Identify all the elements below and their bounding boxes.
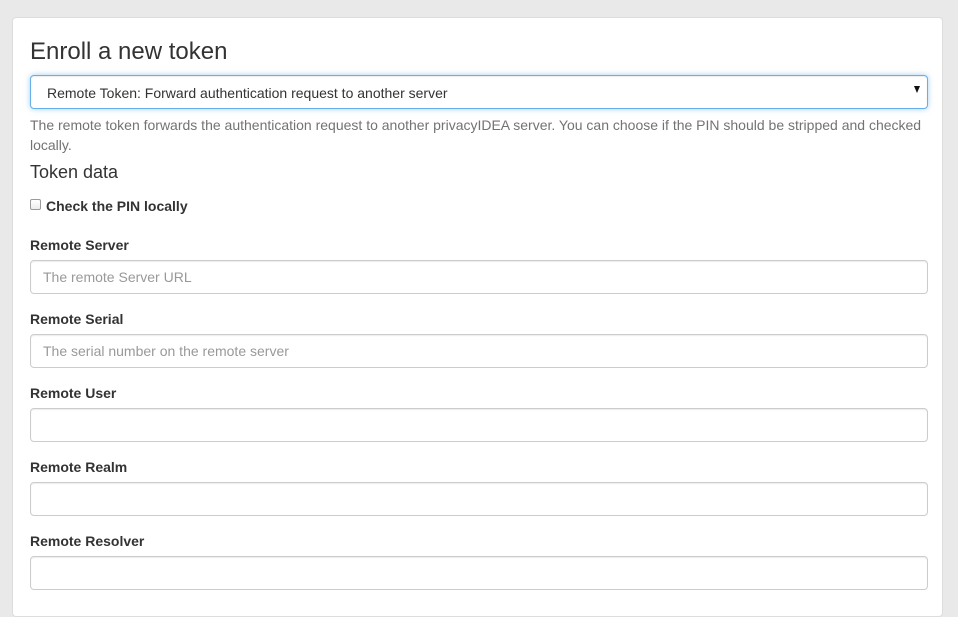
token-data-heading: Token data xyxy=(30,162,119,182)
remote-user-input[interactable] xyxy=(30,408,928,442)
remote-user-label: Remote User xyxy=(30,385,117,401)
check-pin-locally-checkbox[interactable] xyxy=(30,198,41,210)
enroll-token-panel: Enroll a new token Remote Token: Forward… xyxy=(12,17,943,617)
token-type-description: The remote token forwards the authentica… xyxy=(30,117,922,153)
remote-server-label: Remote Server xyxy=(30,237,129,253)
token-type-selected-value: Remote Token: Forward authentication req… xyxy=(47,85,448,101)
remote-serial-label: Remote Serial xyxy=(30,311,124,327)
remote-server-input[interactable] xyxy=(30,260,928,294)
caret-down-icon xyxy=(914,86,920,93)
page-title: Enroll a new token xyxy=(30,38,228,65)
remote-realm-input[interactable] xyxy=(30,482,928,516)
remote-realm-label: Remote Realm xyxy=(30,459,128,475)
check-pin-locally-row[interactable]: Check the PIN locally xyxy=(30,196,188,216)
check-pin-locally-label: Check the PIN locally xyxy=(46,198,188,214)
token-type-select[interactable]: Remote Token: Forward authentication req… xyxy=(30,75,928,109)
remote-serial-input[interactable] xyxy=(30,334,928,368)
remote-resolver-label: Remote Resolver xyxy=(30,533,145,549)
remote-resolver-input[interactable] xyxy=(30,556,928,590)
